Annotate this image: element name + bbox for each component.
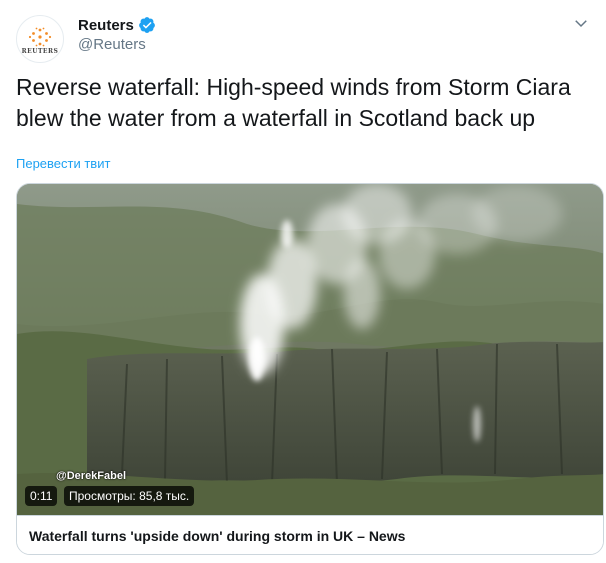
author-handle[interactable]: @Reuters bbox=[78, 36, 156, 53]
chevron-down-icon[interactable] bbox=[572, 14, 590, 32]
translate-tweet-link[interactable]: Перевести твит bbox=[16, 156, 110, 171]
reuters-logo-icon bbox=[28, 27, 52, 47]
tweet-header: REUTERS Reuters @Reuters bbox=[16, 12, 590, 63]
name-row: Reuters bbox=[78, 16, 156, 34]
author-block: Reuters @Reuters bbox=[78, 16, 156, 53]
card-title[interactable]: Waterfall turns 'upside down' during sto… bbox=[17, 515, 603, 554]
video-thumbnail bbox=[17, 184, 603, 515]
avatar[interactable]: REUTERS bbox=[16, 15, 64, 63]
media-card[interactable]: @DerekFabel 0:11 Просмотры: 85,8 тыс. Wa… bbox=[16, 183, 604, 555]
video-player[interactable]: @DerekFabel 0:11 Просмотры: 85,8 тыс. bbox=[17, 184, 603, 515]
author-display-name[interactable]: Reuters bbox=[78, 17, 134, 34]
video-views: Просмотры: 85,8 тыс. bbox=[64, 486, 195, 506]
video-credit: @DerekFabel bbox=[56, 470, 127, 482]
video-duration: 0:11 bbox=[25, 486, 58, 506]
tweet-text: Reverse waterfall: High-speed winds from… bbox=[16, 74, 571, 131]
verified-badge-icon bbox=[138, 16, 156, 34]
avatar-wordmark: REUTERS bbox=[21, 48, 59, 55]
